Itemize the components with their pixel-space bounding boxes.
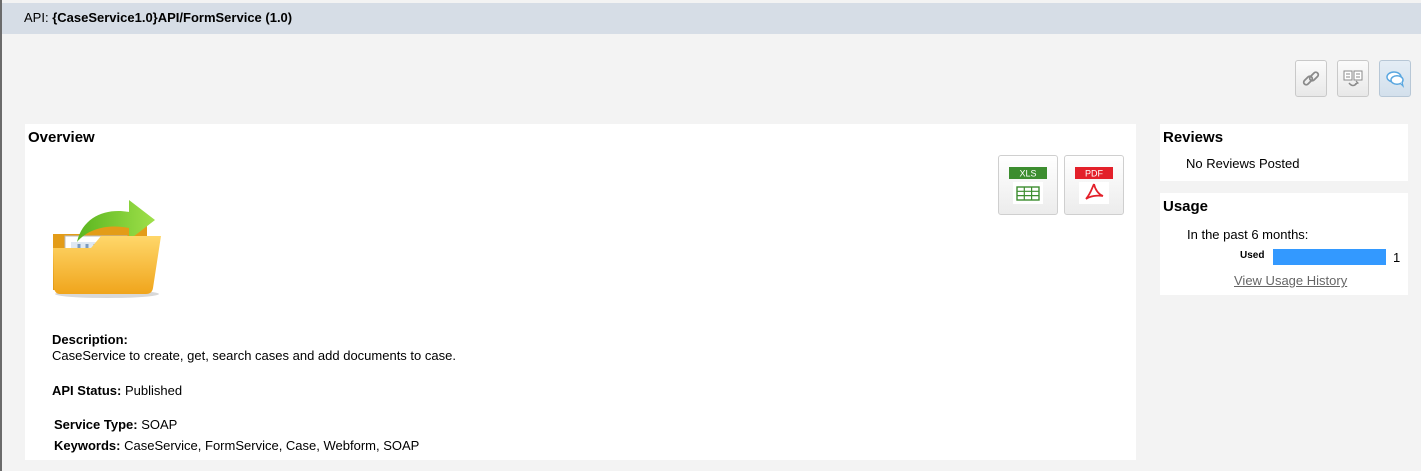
usage-title: Usage bbox=[1163, 198, 1209, 215]
spreadsheet-icon: XLS bbox=[1009, 167, 1047, 204]
overview-title: Overview bbox=[28, 129, 95, 146]
keywords: Keywords: CaseService, FormService, Case… bbox=[54, 438, 419, 453]
reviews-panel: Reviews No Reviews Posted bbox=[1160, 124, 1408, 181]
export-pdf-button[interactable]: PDF bbox=[1064, 155, 1124, 215]
pdf-label: PDF bbox=[1085, 169, 1104, 179]
api-status: API Status: Published bbox=[52, 383, 182, 398]
description-label: Description: bbox=[52, 332, 128, 347]
link-button[interactable] bbox=[1295, 60, 1327, 97]
action-toolbar bbox=[1295, 60, 1411, 98]
export-xls-button[interactable]: XLS bbox=[998, 155, 1058, 215]
xls-label: XLS bbox=[1019, 169, 1036, 179]
compare-icon bbox=[1343, 70, 1363, 86]
reviews-empty-text: No Reviews Posted bbox=[1186, 156, 1300, 171]
service-type: Service Type: SOAP bbox=[54, 417, 177, 432]
description-text: CaseService to create, get, search cases… bbox=[52, 348, 456, 363]
usage-used-label: Used bbox=[1240, 250, 1265, 261]
keywords-value: CaseService, FormService, Case, Webform,… bbox=[124, 438, 420, 453]
usage-bar bbox=[1273, 249, 1386, 265]
api-details-panel: API: {CaseService1.0}API/FormService (1.… bbox=[0, 0, 1421, 471]
usage-panel: Usage In the past 6 months: Used 1 View … bbox=[1160, 193, 1408, 295]
keywords-label: Keywords: bbox=[54, 438, 121, 453]
pdf-icon: PDF bbox=[1075, 167, 1113, 204]
api-status-value: Published bbox=[124, 383, 183, 398]
service-type-label: Service Type: bbox=[54, 417, 138, 432]
usage-period: In the past 6 months: bbox=[1187, 227, 1309, 242]
title-prefix: API: bbox=[24, 10, 49, 25]
comment-button[interactable] bbox=[1379, 60, 1411, 97]
api-status-label: API Status: bbox=[52, 383, 122, 398]
compare-button[interactable] bbox=[1337, 60, 1369, 97]
title-bar: API: {CaseService1.0}API/FormService (1.… bbox=[2, 3, 1421, 34]
service-type-value: SOAP bbox=[141, 417, 178, 432]
folder-logo-icon bbox=[53, 200, 161, 298]
usage-count: 1 bbox=[1393, 250, 1401, 265]
reviews-title: Reviews bbox=[1163, 129, 1224, 146]
overview-panel: Overview XLS PDF Description: CaseServic… bbox=[25, 124, 1136, 460]
api-name: {CaseService1.0}API/FormService (1.0) bbox=[52, 10, 293, 25]
link-icon bbox=[1302, 70, 1320, 86]
view-usage-history-link[interactable]: View Usage History bbox=[1234, 273, 1347, 288]
comment-icon bbox=[1386, 70, 1405, 88]
